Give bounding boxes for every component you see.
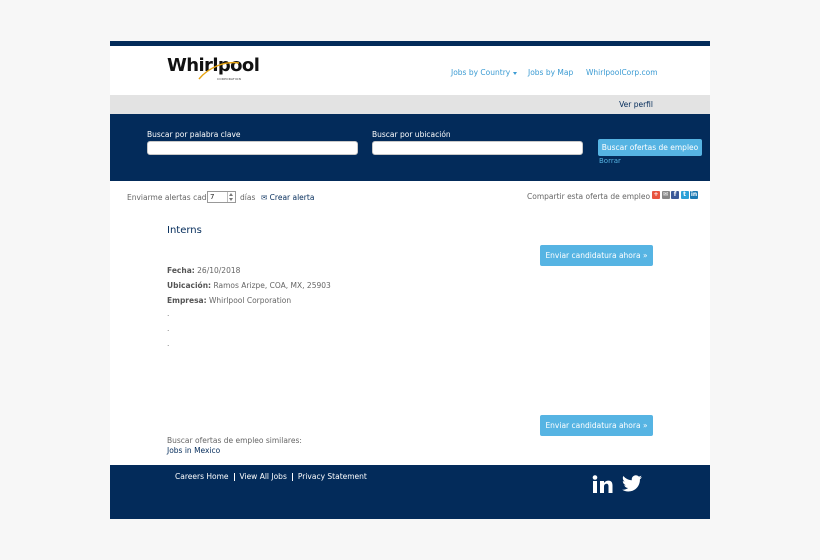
footer-links: Careers Home View All Jobs Privacy Stateme… (175, 472, 367, 481)
search-button[interactable]: Buscar ofertas de empleo (598, 139, 702, 156)
logo-subtitle: CORPORATION (217, 77, 242, 81)
job-company-value: Whirlpool Corporation (209, 296, 292, 305)
similar-jobs-label: Buscar ofertas de empleo similares: (167, 436, 302, 445)
share-icons: + ✉ f t in (652, 191, 700, 199)
footer-link-view-all-jobs[interactable]: View All Jobs (240, 472, 287, 481)
job-title: Interns (167, 225, 202, 236)
clear-link[interactable]: Borrar (599, 157, 621, 165)
keyword-label: Buscar por palabra clave (147, 130, 241, 139)
job-description-line: . (167, 339, 170, 348)
similar-jobs-link[interactable]: Jobs in Mexico (167, 446, 220, 455)
apply-button-bottom[interactable]: Enviar candidatura ahora » (540, 415, 653, 436)
job-location: Ubicación: Ramos Arizpe, COA, MX, 25903 (167, 281, 331, 290)
job-company-label: Empresa: (167, 296, 207, 305)
job-date-value: 26/10/2018 (197, 266, 241, 275)
stepper-down-icon[interactable] (229, 198, 233, 201)
location-label: Buscar por ubicación (372, 130, 451, 139)
share-plus-icon[interactable]: + (652, 191, 660, 199)
footer-link-careers-home[interactable]: Careers Home (175, 472, 229, 481)
location-input[interactable] (372, 141, 583, 155)
job-description-line: . (167, 324, 170, 333)
facebook-icon[interactable]: f (671, 191, 679, 199)
job-date: Fecha: 26/10/2018 (167, 266, 240, 275)
footer: Careers Home View All Jobs Privacy Stateme… (110, 465, 710, 519)
footer-link-privacy-statement[interactable]: Privacy Statement (298, 472, 367, 481)
create-alert-label: Crear alerta (269, 193, 315, 202)
nav-jobs-by-map[interactable]: Jobs by Map (528, 68, 573, 77)
share-label: Compartir esta oferta de empleo (527, 192, 651, 201)
footer-separator (291, 473, 293, 481)
nav-corp-link[interactable]: WhirlpoolCorp.com (586, 68, 658, 77)
envelope-icon: ✉ (261, 193, 270, 202)
job-date-label: Fecha: (167, 266, 195, 275)
profile-link[interactable]: Ver perfil (619, 100, 653, 109)
linkedin-icon[interactable] (592, 475, 613, 494)
linkedin-icon[interactable]: in (690, 191, 698, 199)
nav-jobs-by-country-label: Jobs by Country (451, 68, 511, 77)
alert-unit: días (240, 193, 256, 202)
alert-interval-value: 7 (210, 193, 215, 201)
alert-interval-stepper[interactable]: 7 (207, 191, 236, 203)
profile-bar: Ver perfil (110, 95, 710, 114)
nav-jobs-by-country[interactable]: Jobs by Country (451, 68, 518, 77)
footer-separator (233, 473, 235, 481)
whirlpool-logo[interactable]: Whirlpool CORPORATION (167, 55, 260, 83)
page: Whirlpool CORPORATION Jobs by Country Jo… (110, 41, 710, 519)
top-accent-bar (110, 41, 710, 46)
stepper-arrows[interactable] (227, 192, 235, 202)
apply-button-top[interactable]: Enviar candidatura ahora » (540, 245, 653, 266)
job-company: Empresa: Whirlpool Corporation (167, 296, 291, 305)
email-icon[interactable]: ✉ (661, 191, 670, 199)
twitter-icon[interactable]: t (680, 191, 689, 199)
job-location-value: Ramos Arizpe, COA, MX, 25903 (213, 281, 331, 290)
stepper-up-icon[interactable] (229, 193, 233, 196)
job-location-label: Ubicación: (167, 281, 212, 290)
twitter-icon[interactable] (622, 475, 642, 492)
search-bar: Buscar por palabra clave Buscar por ubic… (110, 114, 710, 181)
job-description-line: . (167, 309, 170, 318)
keyword-input[interactable] (147, 141, 358, 155)
caret-down-icon (513, 71, 518, 75)
alerts-label: Enviarme alertas cada (127, 193, 212, 202)
create-alert-link[interactable]: ✉ Crear alerta (261, 193, 314, 202)
